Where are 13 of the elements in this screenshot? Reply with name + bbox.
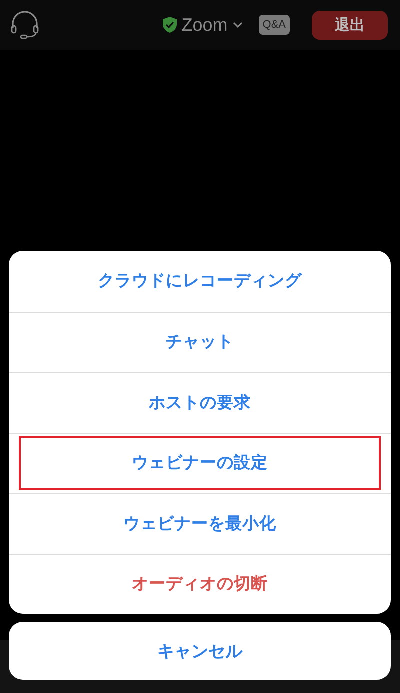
menu-item[interactable]: ウェビナーを最小化 [122, 496, 278, 551]
menu-item[interactable]: クラウドにレコーディング [96, 254, 304, 308]
highlighted-menu-item[interactable]: ウェビナーの設定 [19, 436, 381, 490]
headset-icon[interactable] [10, 11, 40, 39]
chevron-down-icon[interactable] [232, 22, 243, 28]
qa-button[interactable]: Q&A [258, 15, 290, 35]
shield-check-icon [162, 17, 177, 33]
cancel-button[interactable]: キャンセル [9, 622, 391, 680]
menu-item[interactable]: チャット [164, 315, 236, 370]
menu-item[interactable]: ホストの要求 [147, 376, 253, 430]
meeting-title[interactable]: Zoom [182, 14, 228, 36]
leave-button[interactable]: 退出 [312, 10, 388, 40]
menu-item[interactable]: オーディオの切断 [130, 557, 270, 612]
